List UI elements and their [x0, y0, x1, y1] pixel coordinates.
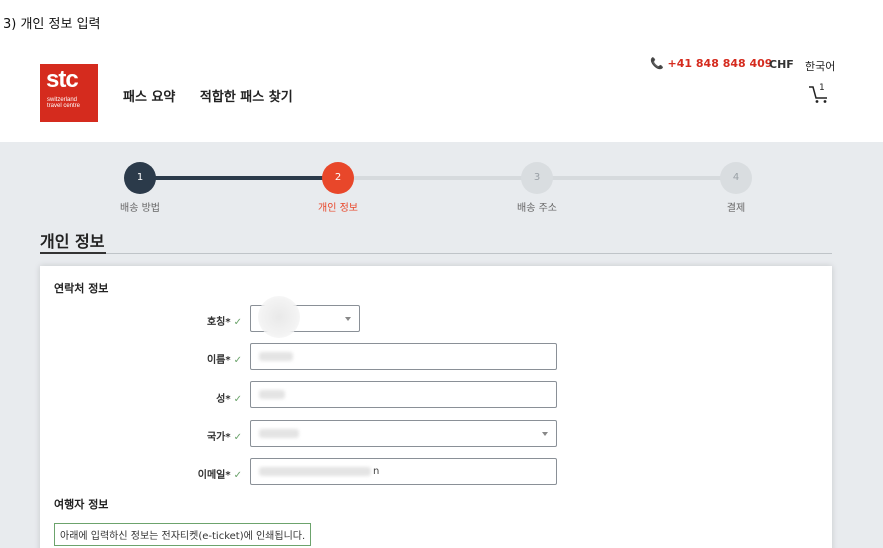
- check-icon: ✓: [233, 470, 242, 481]
- nav-find-pass[interactable]: 적합한 패스 찾기: [200, 90, 293, 105]
- phone-icon: 📞: [650, 57, 664, 70]
- traveler-heading: 여행자 정보: [54, 498, 109, 511]
- chevron-down-icon: [345, 316, 351, 321]
- redacted-blur: [258, 296, 300, 338]
- step-1-circle[interactable]: 1: [124, 162, 156, 194]
- country-select[interactable]: [250, 420, 557, 447]
- section-divider: [40, 253, 832, 254]
- check-icon: ✓: [233, 432, 242, 443]
- phone-link[interactable]: 📞 +41 848 848 409: [650, 57, 772, 70]
- step-1-label[interactable]: 배송 방법: [90, 199, 190, 214]
- language-selector[interactable]: 한국어: [805, 58, 835, 74]
- contact-heading: 연락처 정보: [54, 282, 109, 295]
- email-input[interactable]: n: [250, 458, 557, 485]
- check-icon: ✓: [233, 394, 242, 405]
- first-name-label: 이름* ✓: [206, 355, 242, 366]
- step-3-label: 배송 주소: [517, 203, 557, 214]
- stc-logo[interactable]: stc switzerland travel centre: [40, 64, 98, 122]
- check-icon: ✓: [233, 317, 242, 328]
- logo-subtext: switzerland travel centre: [47, 97, 81, 109]
- last-name-input[interactable]: [250, 381, 557, 408]
- progress-fill: [140, 176, 338, 180]
- step-3-circle: 3: [521, 162, 553, 194]
- main-nav: 패스 요약 적합한 패스 찾기: [123, 86, 313, 105]
- site-header: stc switzerland travel centre 패스 요약 적합한 …: [0, 50, 883, 142]
- eticket-notice: 아래에 입력하신 정보는 전자티켓(e-ticket)에 인쇄됩니다.: [54, 523, 312, 546]
- phone-number: +41 848 848 409: [667, 57, 773, 70]
- email-label: 이메일* ✓: [197, 470, 242, 481]
- cart-count: 1: [819, 83, 825, 93]
- chevron-down-icon: [542, 431, 548, 436]
- logo-text: stc: [46, 66, 79, 93]
- title-label: 호칭* ✓: [206, 317, 242, 328]
- redacted-value: [259, 467, 371, 476]
- email-visible-tail: n: [373, 466, 380, 477]
- redacted-value: [259, 352, 293, 361]
- country-label: 국가* ✓: [206, 432, 242, 443]
- step-2-label: 개인 정보: [318, 203, 358, 214]
- redacted-value: [259, 429, 299, 438]
- step-4-circle: 4: [720, 162, 752, 194]
- redacted-value: [259, 390, 285, 399]
- first-name-input[interactable]: [250, 343, 557, 370]
- step-4-label: 결제: [726, 203, 746, 214]
- nav-pass-summary[interactable]: 패스 요약: [123, 90, 175, 105]
- page-caption: 3) 개인 정보 입력: [3, 17, 101, 32]
- last-name-label: 성* ✓: [216, 394, 242, 405]
- currency-selector[interactable]: CHF: [769, 58, 794, 71]
- check-icon: ✓: [233, 355, 242, 366]
- section-title: 개인 정보: [40, 232, 105, 251]
- step-2-circle: 2: [322, 162, 354, 194]
- section-divider-accent: [40, 252, 106, 254]
